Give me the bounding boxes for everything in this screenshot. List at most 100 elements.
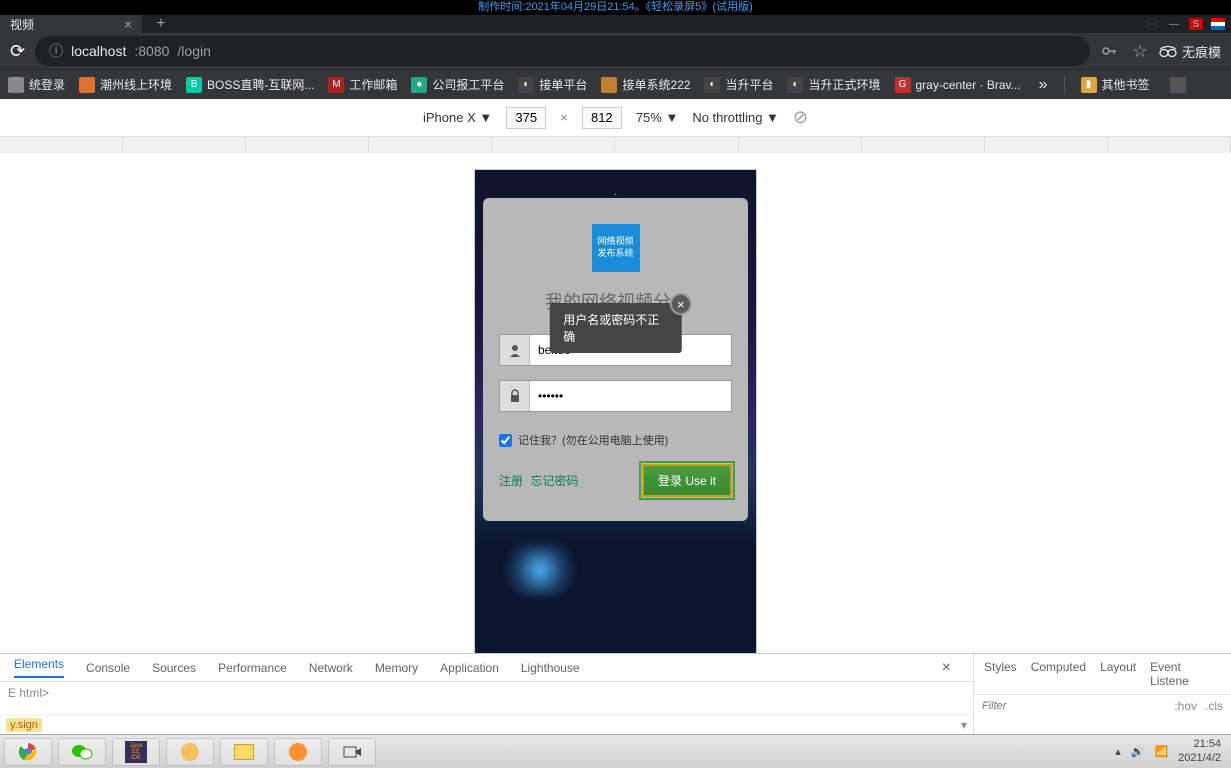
hov-toggle[interactable]: :hov [1174,699,1197,713]
devtools-tab-network[interactable]: Network [309,661,353,675]
devtools-tab-sources[interactable]: Sources [152,661,196,675]
devtools-tab-elements[interactable]: Elements [14,657,64,678]
register-link[interactable]: 注册 [499,474,523,488]
ime-flag-icon[interactable] [1211,18,1225,30]
reload-icon[interactable]: ⟳ [10,41,25,62]
bookmark-label: gray-center · Brav... [916,78,1021,92]
close-tab-icon[interactable]: × [124,16,132,32]
device-height-input[interactable] [582,107,622,129]
styles-tab[interactable]: Styles [984,660,1017,688]
ruler [0,137,1231,153]
clock-time: 21:54 [1178,738,1221,751]
styles-filter-row: :hov .cls [974,695,1231,717]
bookmark-label: 工作邮箱 [349,76,397,93]
login-card: 网络视频 发布系统 我的网络视频分... 用户名或密码不正确 × [483,198,748,521]
device-width-input[interactable] [506,107,546,129]
bookmark-item[interactable]: M工作邮箱 [328,76,397,93]
remember-me[interactable]: 记住我？(勿在公用电脑上使用) [499,432,732,448]
taskbar-app1[interactable] [166,738,214,766]
favicon [79,77,95,93]
incognito-icon [1158,44,1178,58]
favicon: ◐ [518,77,534,93]
close-icon[interactable]: × [670,293,692,315]
other-bookmarks[interactable]: ▮ 其他书签 [1081,76,1150,93]
address-bar[interactable]: ⓘ localhost:8080/login [35,36,1090,66]
throttle-select[interactable]: No throttling ▼ [692,110,779,125]
bookmark-label: BOSS直聘-互联网... [207,76,314,93]
bookmarks-overflow-icon[interactable]: » [1039,76,1048,94]
lock-icon [500,381,530,411]
favicon: ◐ [787,77,803,93]
zoom-select[interactable]: 75% ▼ [636,110,679,125]
bookmark-item[interactable]: Ggray-center · Brav... [895,77,1021,93]
password-input[interactable] [530,381,731,411]
password-row [499,380,732,412]
bookmark-item[interactable]: ◐当升平台 [704,76,773,93]
reading-list-icon[interactable] [1170,77,1186,93]
dom-breadcrumb: y.sign ▾ [0,715,973,734]
login-button[interactable]: 登录 Use it [642,464,732,497]
bookmarks-bar: 统登录潮州线上环境 B BOSS直聘-互联网... M工作邮箱 ●公司报工平台 ◐ 接单平台… [0,69,1231,99]
chevron-down-icon[interactable]: ▾ [961,718,967,732]
bookmark-label: 接单平台 [539,76,587,93]
breadcrumb-node[interactable]: y.sign [6,718,42,732]
bookmark-item[interactable]: B BOSS直聘-互联网... [186,76,314,93]
incognito-indicator[interactable]: 无痕模 [1158,42,1221,61]
taskbar-recorder[interactable] [328,738,376,766]
taskbar-wechat[interactable] [58,738,106,766]
devtools-panel: Elements Console Sources Performance Net… [0,653,1231,734]
taskbar-app2[interactable] [274,738,322,766]
new-tab-button[interactable]: + [156,15,165,33]
volume-icon[interactable]: 🔊 [1131,745,1145,758]
bookmark-item[interactable]: 潮州线上环境 [79,76,172,93]
url-path: /login [177,43,210,59]
dom-tree-line[interactable]: E html> [0,682,973,704]
wifi-icon[interactable]: 📶 [1154,745,1168,758]
password-key-icon[interactable] [1100,42,1118,60]
bookmark-item[interactable]: ◐ 当升正式环境 [787,76,880,93]
taskbar-chrome[interactable] [4,738,52,766]
window-controls: ⋯ — S [1145,18,1231,30]
taskbar-ide[interactable]: Java EEIDE [112,738,160,766]
settings-dots-icon[interactable]: ⋯ [1145,18,1159,30]
minimize-icon[interactable]: — [1167,18,1181,30]
device-select[interactable]: iPhone X ▼ [423,110,492,125]
toast-text: 用户名或密码不正确 [563,313,659,344]
favicon: ◐ [704,77,720,93]
tray-arrow-icon[interactable]: ▴ [1115,745,1121,758]
bookmark-star-icon[interactable]: ☆ [1132,41,1148,62]
address-toolbar: ⟳ ⓘ localhost:8080/login ☆ 无痕模 [0,33,1231,69]
favicon: B [186,77,202,93]
bookmark-item[interactable]: 统登录 [8,76,65,93]
remember-checkbox[interactable] [499,434,512,447]
computed-tab[interactable]: Computed [1031,660,1086,688]
devtools-tab-application[interactable]: Application [440,661,499,675]
bookmark-label: 接单系统222 [622,76,690,93]
forgot-password-link[interactable]: 忘记密码 [530,474,578,488]
bookmark-item[interactable]: ●公司报工平台 [411,76,504,93]
devtools-tab-lighthouse[interactable]: Lighthouse [521,661,580,675]
taskbar-explorer[interactable] [220,738,268,766]
site-info-icon[interactable]: ⓘ [49,41,63,61]
clock[interactable]: 21:54 2021/4/2 [1178,738,1221,764]
bookmark-item[interactable]: ◐ 接单平台 [518,76,587,93]
styles-filter-input[interactable] [982,700,1166,712]
devtools-tab-memory[interactable]: Memory [375,661,418,675]
devtools-close-icon[interactable]: × [934,655,959,681]
logo-line1: 网络视频 [597,236,633,248]
browser-tab[interactable]: 视频 × [0,15,142,33]
viewport-area: 网络视频 发布系统 我的网络视频分... 用户名或密码不正确 × [0,153,1231,653]
sogou-ime-icon[interactable]: S [1189,18,1203,30]
layout-tab[interactable]: Layout [1100,660,1136,688]
rotate-icon[interactable]: ⊘ [793,107,808,128]
devtools-tab-performance[interactable]: Performance [218,661,287,675]
bookmark-label: 当升正式环境 [808,76,880,93]
devtools-tab-console[interactable]: Console [86,661,130,675]
clock-date: 2021/4/2 [1178,752,1221,765]
eventlisteners-tab[interactable]: Event Listene [1150,660,1221,688]
other-bookmarks-label: 其他书签 [1102,76,1150,93]
cls-toggle[interactable]: .cls [1205,699,1223,713]
devtools-tabs: Elements Console Sources Performance Net… [0,654,973,682]
url-host: localhost [71,43,126,59]
bookmark-item[interactable]: 接单系统222 [601,76,690,93]
